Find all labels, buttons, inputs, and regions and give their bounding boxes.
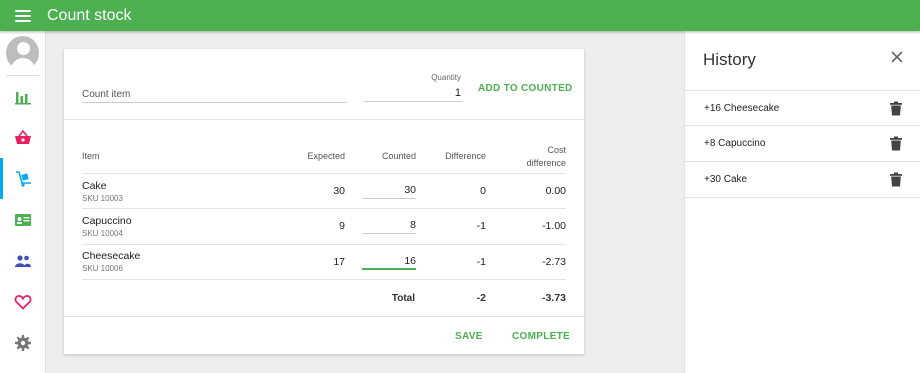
expected-value: 9	[339, 220, 345, 232]
expected-value: 30	[333, 185, 345, 197]
history-item-text: +16 Cheesecake	[704, 102, 780, 114]
item-name: Capuccino	[82, 215, 132, 227]
column-header-counted: Counted	[381, 151, 416, 161]
quantity-input[interactable]	[364, 84, 462, 102]
history-title: History	[703, 50, 756, 69]
dolly-icon	[16, 170, 31, 187]
counted-input[interactable]	[362, 253, 416, 270]
column-header-item: Item	[82, 151, 100, 161]
trash-icon[interactable]	[889, 101, 903, 116]
expected-value: 17	[333, 256, 345, 268]
counted-input[interactable]	[362, 182, 416, 199]
history-panel: History +16 Cheesecake +8 Capuccino +30 …	[684, 31, 920, 373]
cost-difference-value: 0.00	[545, 185, 566, 197]
id-card-icon	[14, 213, 31, 226]
cost-header-line1: Cost	[547, 145, 566, 155]
save-button[interactable]: SAVE	[455, 331, 483, 342]
count-item-input[interactable]	[82, 86, 347, 103]
bar-chart-icon	[14, 91, 31, 104]
quantity-label: Quantity	[431, 73, 461, 82]
close-icon[interactable]	[889, 49, 905, 65]
divider	[82, 279, 566, 280]
gear-icon	[14, 334, 31, 351]
table-row-item: Capuccino SKU 10004	[82, 215, 132, 238]
history-item: +30 Cake	[685, 162, 920, 198]
sidebar-item-reports[interactable]	[0, 76, 45, 117]
table-row-item: Cheesecake SKU 10006	[82, 250, 140, 273]
difference-value: -1	[476, 220, 486, 232]
add-to-counted-button[interactable]: ADD TO COUNTED	[478, 83, 573, 94]
item-sku: SKU 10004	[82, 229, 123, 238]
divider	[82, 173, 566, 174]
sidebar-item-sales[interactable]	[0, 117, 45, 158]
sidebar-item-customers[interactable]	[0, 199, 45, 240]
history-item-text: +8 Capuccino	[704, 138, 766, 149]
sidebar-item-employees[interactable]	[0, 240, 45, 281]
sidebar-item-loyalty[interactable]	[0, 281, 45, 322]
people-icon	[14, 254, 31, 267]
difference-value: -1	[476, 256, 486, 268]
column-header-expected: Expected	[307, 151, 345, 161]
counted-input[interactable]	[362, 217, 416, 234]
history-item: +16 Cheesecake	[685, 90, 920, 126]
page-title: Count stock	[47, 6, 132, 24]
item-sku: SKU 10006	[82, 264, 123, 273]
heart-icon	[14, 294, 31, 310]
column-header-cost-difference: Cost difference	[494, 144, 566, 170]
column-header-difference: Difference	[445, 151, 486, 161]
avatar-container	[6, 31, 39, 76]
sidebar	[0, 31, 46, 373]
history-item: +8 Capuccino	[685, 126, 920, 162]
menu-icon[interactable]	[15, 9, 31, 22]
item-name: Cheesecake	[82, 250, 141, 262]
app-bar: Count stock	[0, 0, 920, 31]
complete-button[interactable]: COMPLETE	[512, 331, 570, 342]
table-row-item: Cake SKU 10003	[82, 180, 123, 203]
add-count-row: Quantity ADD TO COUNTED	[64, 49, 584, 120]
sidebar-item-settings[interactable]	[0, 322, 45, 363]
trash-icon[interactable]	[889, 172, 903, 187]
cost-difference-value: -1.00	[542, 220, 566, 232]
item-sku: SKU 10003	[82, 194, 123, 203]
divider	[64, 316, 584, 317]
total-cost-difference: -3.73	[542, 292, 566, 304]
history-item-text: +30 Cake	[704, 174, 748, 185]
total-difference: -2	[476, 292, 486, 304]
basket-icon	[14, 129, 31, 144]
cost-difference-value: -2.73	[542, 256, 566, 268]
sidebar-item-inventory[interactable]	[0, 158, 45, 199]
cost-header-line2: difference	[526, 158, 566, 168]
trash-icon[interactable]	[889, 136, 903, 151]
difference-value: 0	[480, 185, 486, 197]
divider	[82, 244, 566, 245]
count-stock-card: Quantity ADD TO COUNTED Item Expected Co…	[64, 49, 584, 354]
total-label: Total	[391, 293, 415, 304]
item-name: Cake	[82, 180, 107, 192]
divider	[82, 208, 566, 209]
avatar[interactable]	[6, 36, 39, 70]
